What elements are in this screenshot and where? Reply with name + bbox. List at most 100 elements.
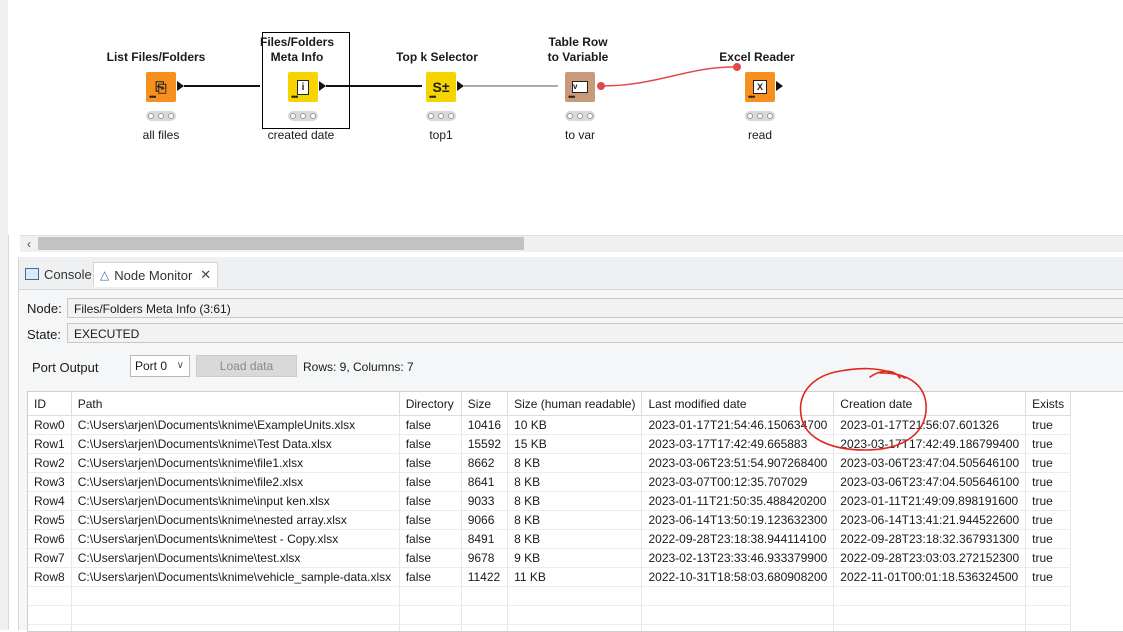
output-port[interactable]: [776, 81, 783, 91]
table-cell[interactable]: Row5: [28, 511, 71, 530]
table-row[interactable]: Row8C:\Users\arjen\Documents\knime\vehic…: [28, 568, 1071, 587]
table-cell[interactable]: 8 KB: [508, 454, 642, 473]
table-cell[interactable]: Row3: [28, 473, 71, 492]
table-cell[interactable]: 8 KB: [508, 530, 642, 549]
table-cell[interactable]: 2023-03-06T23:47:04.505646100: [834, 473, 1026, 492]
table-cell[interactable]: false: [399, 454, 461, 473]
table-cell[interactable]: 9033: [461, 492, 507, 511]
table-cell[interactable]: 9 KB: [508, 549, 642, 568]
table-cell[interactable]: Row6: [28, 530, 71, 549]
table-cell[interactable]: Row8: [28, 568, 71, 587]
table-cell[interactable]: 9066: [461, 511, 507, 530]
table-cell[interactable]: 8 KB: [508, 511, 642, 530]
table-cell[interactable]: C:\Users\arjen\Documents\knime\test - Co…: [71, 530, 399, 549]
table-cell[interactable]: true: [1026, 473, 1071, 492]
table-cell[interactable]: 2022-09-28T23:18:38.944114100: [642, 530, 834, 549]
table-cell[interactable]: 2023-06-14T13:41:21.944522600: [834, 511, 1026, 530]
column-header[interactable]: Exists: [1026, 392, 1071, 416]
table-cell[interactable]: 2023-03-06T23:51:54.907268400: [642, 454, 834, 473]
scrollbar-thumb[interactable]: [38, 237, 524, 250]
table-cell[interactable]: 15 KB: [508, 435, 642, 454]
node-list-files[interactable]: ⎘ •••: [146, 72, 176, 102]
table-cell[interactable]: 8 KB: [508, 492, 642, 511]
load-data-button[interactable]: Load data: [196, 355, 297, 377]
table-cell[interactable]: false: [399, 435, 461, 454]
workflow-canvas[interactable]: List Files/Folders ⎘ ••• all files Files…: [8, 0, 1123, 235]
table-cell[interactable]: C:\Users\arjen\Documents\knime\file1.xls…: [71, 454, 399, 473]
column-header[interactable]: Path: [71, 392, 399, 416]
table-row[interactable]: Row1C:\Users\arjen\Documents\knime\Test …: [28, 435, 1071, 454]
table-row[interactable]: Row3C:\Users\arjen\Documents\knime\file2…: [28, 473, 1071, 492]
table-cell[interactable]: C:\Users\arjen\Documents\knime\Test Data…: [71, 435, 399, 454]
table-row[interactable]: Row5C:\Users\arjen\Documents\knime\neste…: [28, 511, 1071, 530]
table-cell[interactable]: 8662: [461, 454, 507, 473]
table-row[interactable]: Row2C:\Users\arjen\Documents\knime\file1…: [28, 454, 1071, 473]
node-table-row-to-variable[interactable]: v •••: [565, 72, 595, 102]
table-cell[interactable]: 2023-03-17T17:42:49.665883: [642, 435, 834, 454]
close-icon[interactable]: ✕: [200, 267, 211, 283]
table-cell[interactable]: 15592: [461, 435, 507, 454]
tab-node-monitor[interactable]: △ Node Monitor ✕: [93, 262, 218, 287]
table-cell[interactable]: false: [399, 473, 461, 492]
table-cell[interactable]: 2023-06-14T13:50:19.123632300: [642, 511, 834, 530]
column-header[interactable]: Directory: [399, 392, 461, 416]
column-header[interactable]: Size (human readable): [508, 392, 642, 416]
table-cell[interactable]: true: [1026, 492, 1071, 511]
table-row[interactable]: Row6C:\Users\arjen\Documents\knime\test …: [28, 530, 1071, 549]
node-label[interactable]: top1: [381, 128, 501, 142]
table-cell[interactable]: 2023-01-11T21:50:35.488420200: [642, 492, 834, 511]
table-cell[interactable]: 8641: [461, 473, 507, 492]
table-cell[interactable]: 8 KB: [508, 473, 642, 492]
node-label[interactable]: all files: [101, 128, 221, 142]
output-port[interactable]: [319, 81, 326, 91]
table-row[interactable]: Row4C:\Users\arjen\Documents\knime\input…: [28, 492, 1071, 511]
table-cell[interactable]: 2023-03-17T17:42:49.186799400: [834, 435, 1026, 454]
table-cell[interactable]: 11 KB: [508, 568, 642, 587]
table-cell[interactable]: false: [399, 492, 461, 511]
table-cell[interactable]: false: [399, 416, 461, 435]
node-label[interactable]: read: [700, 128, 820, 142]
table-cell[interactable]: Row7: [28, 549, 71, 568]
node-excel-reader[interactable]: X •••: [745, 72, 775, 102]
node-label[interactable]: to var: [520, 128, 640, 142]
table-cell[interactable]: 11422: [461, 568, 507, 587]
table-cell[interactable]: 2023-01-11T21:49:09.898191600: [834, 492, 1026, 511]
table-row[interactable]: Row7C:\Users\arjen\Documents\knime\test.…: [28, 549, 1071, 568]
table-cell[interactable]: 2022-10-31T18:58:03.680908200: [642, 568, 834, 587]
table-row[interactable]: Row0C:\Users\arjen\Documents\knime\Examp…: [28, 416, 1071, 435]
table-cell[interactable]: true: [1026, 549, 1071, 568]
table-cell[interactable]: C:\Users\arjen\Documents\knime\vehicle_s…: [71, 568, 399, 587]
table-cell[interactable]: true: [1026, 416, 1071, 435]
port-select[interactable]: Port 0 ∨: [130, 355, 190, 377]
table-cell[interactable]: 2023-03-06T23:47:04.505646100: [834, 454, 1026, 473]
table-cell[interactable]: C:\Users\arjen\Documents\knime\test.xlsx: [71, 549, 399, 568]
table-cell[interactable]: 2023-03-07T00:12:35.707029: [642, 473, 834, 492]
table-cell[interactable]: C:\Users\arjen\Documents\knime\file2.xls…: [71, 473, 399, 492]
table-cell[interactable]: 10 KB: [508, 416, 642, 435]
node-label[interactable]: created date: [241, 128, 361, 142]
table-cell[interactable]: true: [1026, 568, 1071, 587]
table-cell[interactable]: Row1: [28, 435, 71, 454]
table-cell[interactable]: 8491: [461, 530, 507, 549]
table-cell[interactable]: false: [399, 568, 461, 587]
table-cell[interactable]: 2023-01-17T21:56:07.601326: [834, 416, 1026, 435]
table-cell[interactable]: Row4: [28, 492, 71, 511]
table-cell[interactable]: 2023-01-17T21:54:46.150634700: [642, 416, 834, 435]
data-table[interactable]: ID Path Directory Size Size (human reada…: [27, 391, 1123, 632]
table-cell[interactable]: 2022-11-01T00:01:18.536324500: [834, 568, 1026, 587]
column-header[interactable]: Creation date: [834, 392, 1026, 416]
table-cell[interactable]: C:\Users\arjen\Documents\knime\ExampleUn…: [71, 416, 399, 435]
table-cell[interactable]: false: [399, 511, 461, 530]
table-cell[interactable]: true: [1026, 454, 1071, 473]
table-cell[interactable]: false: [399, 530, 461, 549]
table-cell[interactable]: true: [1026, 530, 1071, 549]
table-cell[interactable]: C:\Users\arjen\Documents\knime\nested ar…: [71, 511, 399, 530]
table-cell[interactable]: true: [1026, 511, 1071, 530]
table-cell[interactable]: 2023-02-13T23:33:46.933379900: [642, 549, 834, 568]
table-cell[interactable]: 2022-09-28T23:18:32.367931300: [834, 530, 1026, 549]
table-cell[interactable]: false: [399, 549, 461, 568]
table-cell[interactable]: true: [1026, 435, 1071, 454]
table-cell[interactable]: 9678: [461, 549, 507, 568]
canvas-horizontal-scrollbar[interactable]: ‹: [20, 235, 1123, 252]
table-cell[interactable]: 2022-09-28T23:03:03.272152300: [834, 549, 1026, 568]
